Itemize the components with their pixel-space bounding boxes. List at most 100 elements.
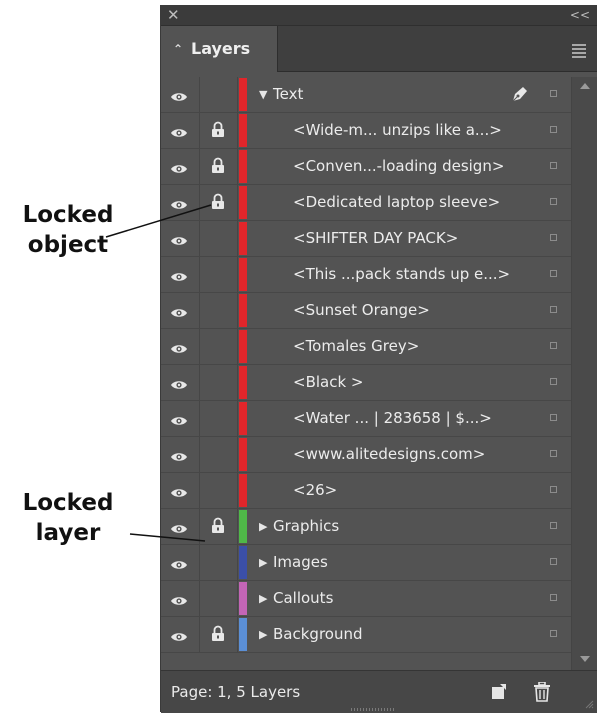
visibility-toggle[interactable] [161, 509, 200, 544]
select-square-icon[interactable] [550, 234, 557, 241]
eye-icon [170, 484, 188, 503]
close-icon[interactable]: ✕ [167, 5, 180, 25]
layer-row[interactable]: ▶ Images [161, 545, 597, 581]
select-square-icon[interactable] [550, 486, 557, 493]
visibility-toggle[interactable] [161, 149, 200, 184]
resize-grip-icon[interactable] [584, 699, 594, 709]
layer-row[interactable]: ▶ Background [161, 617, 597, 653]
select-square-icon[interactable] [550, 126, 557, 133]
callout-line: Locked [22, 202, 114, 228]
layer-color-swatch [239, 294, 247, 327]
trash-icon[interactable] [533, 682, 551, 702]
disclosure-collapsed-icon[interactable]: ▶ [259, 581, 267, 616]
panel-tabbar: ⌃ Layers [161, 26, 597, 72]
visibility-toggle[interactable] [161, 329, 200, 364]
visibility-toggle[interactable] [161, 113, 200, 148]
select-square-icon[interactable] [550, 630, 557, 637]
disclosure-expanded-icon[interactable]: ▼ [259, 77, 267, 112]
visibility-toggle[interactable] [161, 365, 200, 400]
visibility-toggle[interactable] [161, 221, 200, 256]
lock-toggle[interactable] [200, 473, 238, 508]
lock-toggle[interactable] [200, 113, 238, 148]
layer-color-swatch [239, 330, 247, 363]
visibility-toggle[interactable] [161, 473, 200, 508]
visibility-toggle[interactable] [161, 401, 200, 436]
lock-toggle[interactable] [200, 617, 238, 652]
object-row[interactable]: <26> [161, 473, 597, 509]
callout-line: layer [35, 520, 101, 546]
lock-toggle[interactable] [200, 149, 238, 184]
visibility-toggle[interactable] [161, 617, 200, 652]
object-name: <Water ... | 283658 | $...> [293, 409, 492, 427]
collapse-icon[interactable]: << [570, 5, 590, 25]
select-square-icon[interactable] [550, 342, 557, 349]
layer-color-swatch [239, 114, 247, 147]
visibility-toggle[interactable] [161, 257, 200, 292]
lock-toggle[interactable] [200, 365, 238, 400]
visibility-toggle[interactable] [161, 437, 200, 472]
callout-line: object [27, 232, 109, 258]
lock-toggle[interactable] [200, 329, 238, 364]
object-row[interactable]: <Wide-m... unzips like a...> [161, 113, 597, 149]
scrollbar[interactable] [571, 77, 597, 670]
select-square-icon[interactable] [550, 306, 557, 313]
select-square-icon[interactable] [550, 90, 557, 97]
visibility-toggle[interactable] [161, 185, 200, 220]
disclosure-collapsed-icon[interactable]: ▶ [259, 545, 267, 580]
object-row[interactable]: <Black > [161, 365, 597, 401]
panel-bottom-handle[interactable] [351, 708, 396, 711]
disclosure-collapsed-icon[interactable]: ▶ [259, 509, 267, 544]
layer-row[interactable]: ▶ Graphics [161, 509, 597, 545]
object-row[interactable]: <Water ... | 283658 | $...> [161, 401, 597, 437]
tab-layers[interactable]: ⌃ Layers [161, 26, 278, 72]
object-row[interactable]: <Tomales Grey> [161, 329, 597, 365]
lock-toggle[interactable] [200, 401, 238, 436]
lock-toggle[interactable] [200, 185, 238, 220]
select-square-icon[interactable] [550, 450, 557, 457]
lock-toggle[interactable] [200, 509, 238, 544]
scroll-down-icon[interactable] [580, 656, 590, 662]
eye-icon [170, 304, 188, 323]
eye-icon [170, 520, 188, 539]
disclosure-collapsed-icon[interactable]: ▶ [259, 617, 267, 652]
object-name: <Tomales Grey> [293, 337, 420, 355]
layer-color-swatch [239, 438, 247, 471]
visibility-toggle[interactable] [161, 581, 200, 616]
eye-icon [170, 88, 188, 107]
select-square-icon[interactable] [550, 558, 557, 565]
callout-locked-object: Locked object [4, 200, 132, 260]
visibility-toggle[interactable] [161, 77, 200, 112]
lock-toggle[interactable] [200, 437, 238, 472]
select-square-icon[interactable] [550, 522, 557, 529]
panel-menu-icon[interactable] [572, 44, 586, 60]
object-row[interactable]: <SHIFTER DAY PACK> [161, 221, 597, 257]
object-row[interactable]: <This ...pack stands up e...> [161, 257, 597, 293]
select-square-icon[interactable] [550, 198, 557, 205]
lock-toggle[interactable] [200, 257, 238, 292]
object-name: <26> [293, 481, 338, 499]
scroll-up-icon[interactable] [580, 83, 590, 89]
new-layer-icon[interactable] [491, 684, 507, 700]
select-square-icon[interactable] [550, 594, 557, 601]
object-row[interactable]: <www.alitedesigns.com> [161, 437, 597, 473]
layer-row[interactable]: ▶ Callouts [161, 581, 597, 617]
object-name: <www.alitedesigns.com> [293, 445, 486, 463]
lock-toggle[interactable] [200, 221, 238, 256]
lock-toggle[interactable] [200, 293, 238, 328]
callout-line: Locked [22, 490, 114, 516]
object-row[interactable]: <Sunset Orange> [161, 293, 597, 329]
lock-icon [211, 193, 225, 214]
visibility-toggle[interactable] [161, 545, 200, 580]
layer-row[interactable]: ▼ Text [161, 77, 597, 113]
visibility-toggle[interactable] [161, 293, 200, 328]
select-square-icon[interactable] [550, 270, 557, 277]
object-row[interactable]: <Dedicated laptop sleeve> [161, 185, 597, 221]
select-square-icon[interactable] [550, 414, 557, 421]
lock-toggle[interactable] [200, 581, 238, 616]
select-square-icon[interactable] [550, 162, 557, 169]
lock-icon [211, 625, 225, 646]
lock-toggle[interactable] [200, 77, 238, 112]
select-square-icon[interactable] [550, 378, 557, 385]
lock-toggle[interactable] [200, 545, 238, 580]
object-row[interactable]: <Conven...-loading design> [161, 149, 597, 185]
